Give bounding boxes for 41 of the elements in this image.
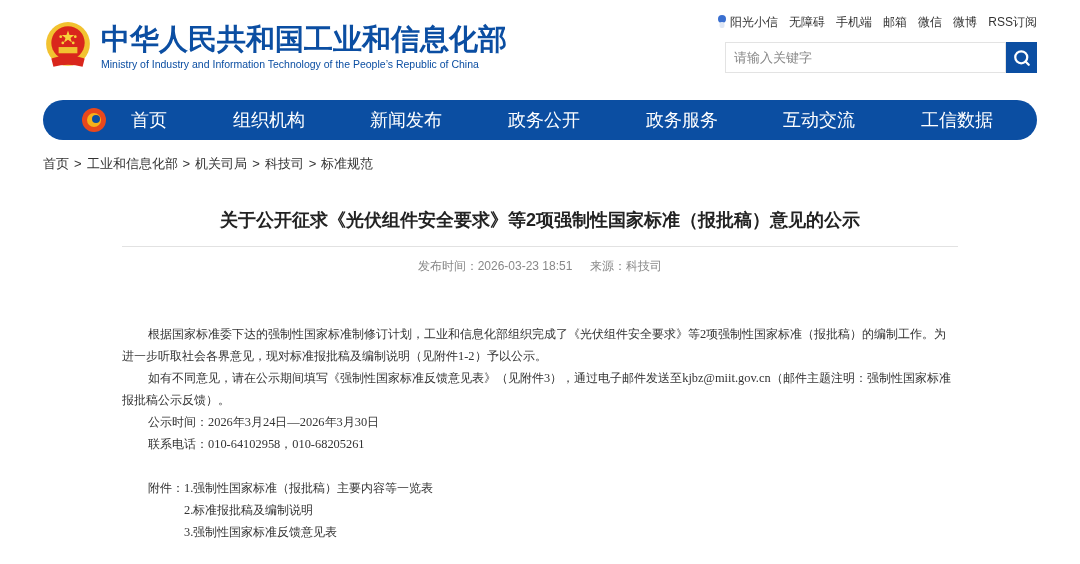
source: 来源：科技司: [590, 258, 663, 275]
top-link[interactable]: RSS订阅: [988, 13, 1037, 31]
search-icon: [1012, 48, 1031, 67]
attachment-link[interactable]: 1.强制性国家标准（报批稿）主要内容等一览表: [184, 477, 434, 499]
nav-tab[interactable]: 组织机构: [228, 104, 309, 136]
mascot-icon: [717, 14, 728, 30]
top-link[interactable]: 微博: [953, 13, 978, 31]
article-paragraph: 根据国家标准委下达的强制性国家标准制修订计划，工业和信息化部组织完成了《光伏组件安全要求》等2项强制性国家标准（报批稿）的编制工作。为进一步听取社会各界意见，现对标准报批稿及编制说明（见附件1-2）予以公示。: [122, 326, 948, 365]
article-paragraph: 联系电话：010-64102958，010-68205261: [147, 436, 366, 453]
search-field[interactable]: 请输入关键字: [725, 42, 1006, 73]
breadcrumb-separator: >: [308, 155, 317, 174]
nav-tab[interactable]: 首页: [127, 104, 171, 136]
top-link[interactable]: 邮箱: [883, 13, 908, 31]
search-button[interactable]: [1006, 42, 1037, 73]
nav-tab[interactable]: 政务服务: [641, 104, 722, 136]
breadcrumb-separator: >: [74, 155, 82, 174]
attachments-label: 附件：: [148, 480, 184, 497]
nav-tab[interactable]: 互动交流: [779, 104, 860, 136]
attachment-link[interactable]: 3.强制性国家标准反馈意见表: [184, 521, 434, 543]
top-link[interactable]: 微信: [918, 13, 943, 31]
breadcrumb-separator: >: [252, 155, 260, 174]
top-link[interactable]: 无障碍: [789, 13, 826, 31]
breadcrumb-link[interactable]: 首页: [43, 154, 69, 174]
article-paragraph: 如有不同意见，请在公示期间填写《强制性国家标准反馈意见表》（见附件3），通过电子邮件发送至kjbz@miit.gov.cn（邮件主题注明：强制性国家标准报批稿公示反馈）。: [122, 370, 952, 409]
breadcrumb-link[interactable]: 机关司局: [195, 154, 248, 174]
site-title: 中华人民共和国工业和信息化部: [101, 22, 507, 57]
article-paragraph: 公示时间：2026年3月24日—2026年3月30日: [147, 414, 381, 431]
top-link[interactable]: 手机端: [836, 13, 873, 31]
logo-icon: [81, 107, 107, 133]
breadcrumb-link[interactable]: 标准规范: [321, 154, 374, 174]
breadcrumb-link[interactable]: 工业和信息化部: [86, 154, 178, 174]
site-subtitle: Ministry of Industry and Information Technology of the People’s Republic of China: [101, 57, 480, 71]
top-link[interactable]: 阳光小信: [730, 13, 779, 31]
nav-tab[interactable]: 工信数据: [916, 104, 997, 136]
nav-tab[interactable]: 政务公开: [503, 104, 584, 136]
article-title: 关于公开征求《光伏组件安全要求》等2项强制性国家标准（报批稿）意见的公示: [220, 209, 860, 232]
attachment-link[interactable]: 2.标准报批稿及编制说明: [184, 499, 434, 521]
publish-time: 发布时间：2026-03-23 18:51: [417, 258, 573, 275]
nav-tab[interactable]: 新闻发布: [366, 104, 447, 136]
breadcrumb-separator: >: [182, 155, 191, 174]
breadcrumb-link[interactable]: 科技司: [264, 154, 304, 174]
